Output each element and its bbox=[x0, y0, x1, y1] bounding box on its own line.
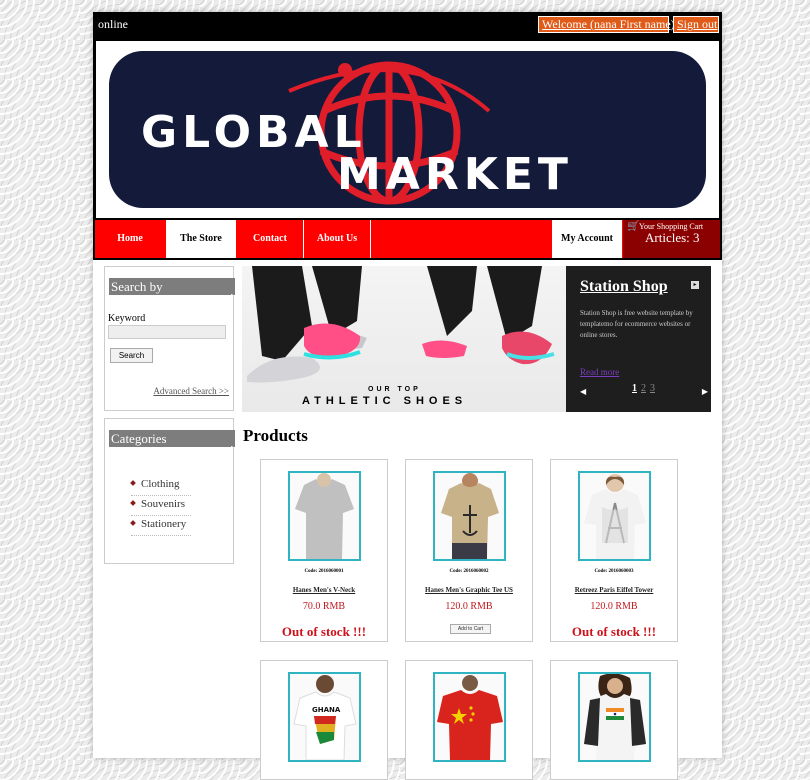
out-of-stock-label: Out of stock !!! bbox=[281, 624, 367, 639]
product-image[interactable] bbox=[578, 672, 651, 762]
keyword-label: Keyword bbox=[108, 313, 146, 324]
slider-page-2[interactable]: 2 bbox=[641, 383, 646, 394]
search-header: Search by bbox=[109, 278, 235, 295]
tshirt-image bbox=[437, 675, 503, 760]
tshirt-image bbox=[584, 474, 646, 559]
site-banner: GLOBAL MARKET bbox=[93, 41, 722, 218]
product-image[interactable] bbox=[288, 471, 361, 561]
out-of-stock-label: Out of stock !!! bbox=[571, 624, 657, 639]
tshirt-image: GHANA bbox=[293, 675, 357, 760]
global-market-logo[interactable]: GLOBAL MARKET bbox=[109, 51, 706, 208]
page-container: online Welcome (nana First name) Sign ou… bbox=[93, 12, 722, 780]
slider-description: Station Shop is free website template by… bbox=[580, 309, 693, 339]
nav-separator bbox=[370, 220, 371, 258]
slider-next-arrow-icon[interactable]: ▶ bbox=[702, 387, 708, 396]
categories-panel: Categories Clothing Souvenirs Stationery bbox=[104, 418, 235, 564]
keyword-input[interactable] bbox=[108, 325, 226, 339]
slider-tagline-top: OUR TOP bbox=[368, 386, 421, 393]
product-price: 120.0 RMB bbox=[590, 601, 638, 612]
slider-page-1[interactable]: 1 bbox=[632, 383, 637, 394]
product-price: 120.0 RMB bbox=[445, 601, 493, 612]
main-nav: Home The Store Contact About Us My Accou… bbox=[93, 218, 722, 260]
category-clothing[interactable]: Clothing bbox=[131, 476, 191, 496]
slider-prev-arrow-icon[interactable]: ◀ bbox=[580, 387, 586, 396]
category-list: Clothing Souvenirs Stationery bbox=[131, 476, 191, 536]
category-stationery[interactable]: Stationery bbox=[131, 516, 191, 536]
product-code: Code: 2016060002 bbox=[449, 569, 489, 574]
product-image[interactable]: GHANA bbox=[288, 672, 361, 762]
ghana-print: GHANA bbox=[312, 706, 341, 714]
search-panel: Search by Keyword Search Advanced Search… bbox=[104, 266, 235, 411]
search-button[interactable]: Search bbox=[110, 348, 153, 363]
product-image[interactable] bbox=[578, 471, 651, 561]
nav-contact[interactable]: Contact bbox=[237, 220, 303, 258]
promo-slider: OUR TOP ATHLETIC SHOES Station Shop ▸ St… bbox=[242, 266, 711, 412]
product-card: Code: 2016060003 Retreez Paris Eiffel To… bbox=[550, 459, 678, 642]
slider-pagination: 123 bbox=[632, 383, 659, 394]
category-souvenirs[interactable]: Souvenirs bbox=[131, 496, 191, 516]
advanced-search-link[interactable]: Advanced Search >> bbox=[153, 386, 229, 396]
product-name[interactable]: Retreez Paris Eiffel Tower bbox=[551, 586, 677, 594]
cart-count: Articles: 3 bbox=[645, 230, 700, 245]
shopping-cart[interactable]: 🛒 Your Shopping Cart Articles: 3 bbox=[623, 220, 720, 258]
slider-page-3[interactable]: 3 bbox=[650, 383, 655, 394]
welcome-link[interactable]: Welcome (nana First name) bbox=[538, 16, 675, 33]
slider-tagline-main: ATHLETIC SHOES bbox=[302, 395, 468, 407]
products-heading: Products bbox=[243, 426, 308, 445]
nav-home[interactable]: Home bbox=[95, 220, 165, 258]
nav-about-us[interactable]: About Us bbox=[304, 220, 370, 258]
slider-next-small-icon[interactable]: ▸ bbox=[691, 281, 699, 289]
sign-out-link[interactable]: Sign out bbox=[673, 16, 719, 33]
categories-header: Categories bbox=[109, 430, 235, 447]
athletic-shoes-image[interactable]: OUR TOP ATHLETIC SHOES bbox=[242, 266, 567, 412]
product-name[interactable]: Hanes Men's V-Neck bbox=[261, 586, 387, 594]
cart-icon: 🛒 bbox=[627, 221, 640, 232]
product-image[interactable] bbox=[433, 471, 506, 561]
nav-the-store[interactable]: The Store bbox=[166, 220, 236, 258]
tshirt-image bbox=[295, 473, 354, 559]
tshirt-image bbox=[584, 674, 646, 760]
online-status: online bbox=[98, 17, 128, 31]
read-more-link[interactable]: Read more bbox=[580, 367, 619, 377]
logo-line2: MARKET bbox=[337, 149, 573, 200]
product-image[interactable] bbox=[433, 672, 506, 762]
top-bar: online Welcome (nana First name) Sign ou… bbox=[93, 12, 722, 41]
slider-title[interactable]: Station Shop bbox=[580, 278, 668, 296]
product-card: Code: 2016060001 Hanes Men's V-Neck 70.0… bbox=[260, 459, 388, 642]
product-code: Code: 2016060003 bbox=[594, 569, 634, 574]
slider-info-panel: Station Shop ▸ Station Shop is free webs… bbox=[566, 266, 711, 412]
product-card bbox=[550, 660, 678, 780]
logo-line1: GLOBAL bbox=[141, 107, 367, 158]
product-card: Code: 2016060002 Hanes Men's Graphic Tee… bbox=[405, 459, 533, 642]
product-price: 70.0 RMB bbox=[302, 601, 346, 612]
nav-my-account[interactable]: My Account bbox=[552, 220, 622, 258]
product-card bbox=[405, 660, 533, 780]
add-to-cart-button[interactable]: Add to Cart bbox=[450, 624, 491, 634]
product-card: GHANA bbox=[260, 660, 388, 780]
tshirt-image bbox=[441, 473, 499, 559]
product-name[interactable]: Hanes Men's Graphic Tee US bbox=[406, 586, 532, 594]
product-code: Code: 2016060001 bbox=[304, 569, 344, 574]
